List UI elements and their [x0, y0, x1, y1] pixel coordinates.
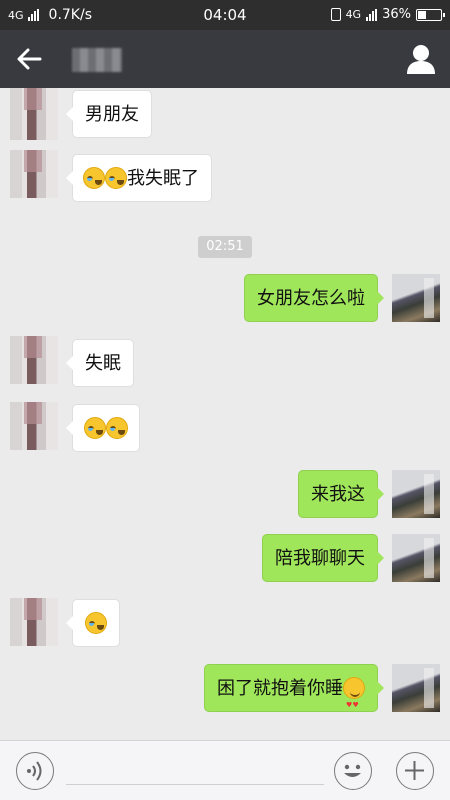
plus-icon: [405, 761, 424, 780]
contact-avatar[interactable]: [10, 336, 58, 384]
profile-button[interactable]: [406, 43, 436, 75]
signal-icon-right: [366, 8, 378, 21]
status-right: 4G 36%: [330, 7, 445, 22]
message-bubble-incoming[interactable]: [66, 404, 140, 452]
chat-header: [0, 30, 450, 88]
message-text: 陪我聊聊天: [275, 548, 365, 569]
contact-avatar[interactable]: [10, 598, 58, 646]
message-text: 失眠: [85, 353, 121, 374]
my-avatar[interactable]: [392, 534, 440, 582]
crying-laughing-emoji: [85, 611, 107, 634]
crying-laughing-emoji: [83, 166, 105, 189]
crying-laughing-emoji: [105, 166, 127, 189]
message-text: 女朋友怎么啦: [257, 288, 365, 309]
battery-percent: 36%: [382, 7, 411, 22]
emoji-button[interactable]: [334, 752, 372, 790]
message-text: 我失眠了: [127, 168, 199, 189]
more-button[interactable]: [396, 752, 434, 790]
message-text: 困了就抱着你睡: [217, 678, 343, 699]
message-text: 来我这: [311, 484, 365, 505]
vibrate-icon: [330, 8, 341, 21]
message-bubble-outgoing[interactable]: 陪我聊聊天: [262, 534, 384, 582]
message-bubble-incoming[interactable]: 我失眠了: [66, 154, 212, 202]
message-input[interactable]: [66, 784, 324, 785]
contact-name-blurred: [72, 48, 122, 72]
contact-avatar[interactable]: [10, 402, 58, 450]
battery-fill: [418, 10, 426, 19]
my-avatar[interactable]: [392, 274, 440, 322]
message-bubble-incoming[interactable]: 男朋友: [66, 90, 152, 138]
my-avatar[interactable]: [392, 470, 440, 518]
message-bubble-incoming[interactable]: [66, 599, 120, 647]
message-timestamp: 02:51: [198, 236, 252, 258]
contact-avatar[interactable]: [10, 150, 58, 198]
network-type-right: 4G: [345, 8, 362, 21]
person-icon: [407, 45, 435, 74]
message-bubble-outgoing[interactable]: 女朋友怎么啦: [244, 274, 384, 322]
message-text: 男朋友: [85, 104, 139, 125]
voice-button[interactable]: [16, 752, 54, 790]
input-bar: [0, 740, 450, 800]
crying-laughing-emoji: [84, 416, 106, 439]
crying-laughing-emoji: [106, 416, 128, 439]
message-bubble-outgoing[interactable]: 困了就抱着你睡: [204, 664, 384, 729]
message-list[interactable]: 男朋友 我失眠了 02:51 女朋友怎么啦 失眠 来我这 陪我聊聊天 困了就抱着…: [0, 88, 450, 740]
heart-eyes-emoji: [343, 676, 365, 729]
message-bubble-incoming[interactable]: 失眠: [66, 339, 134, 387]
smiley-icon: [344, 764, 361, 777]
voice-icon: [27, 761, 42, 781]
message-bubble-outgoing[interactable]: 来我这: [298, 470, 384, 518]
contact-avatar[interactable]: [10, 88, 58, 140]
status-bar: 4G 0.7K/s 04:04 4G 36%: [0, 0, 450, 30]
back-button[interactable]: [12, 42, 48, 76]
my-avatar[interactable]: [392, 664, 440, 712]
back-arrow-icon: [17, 48, 42, 70]
battery-icon: [416, 8, 445, 21]
